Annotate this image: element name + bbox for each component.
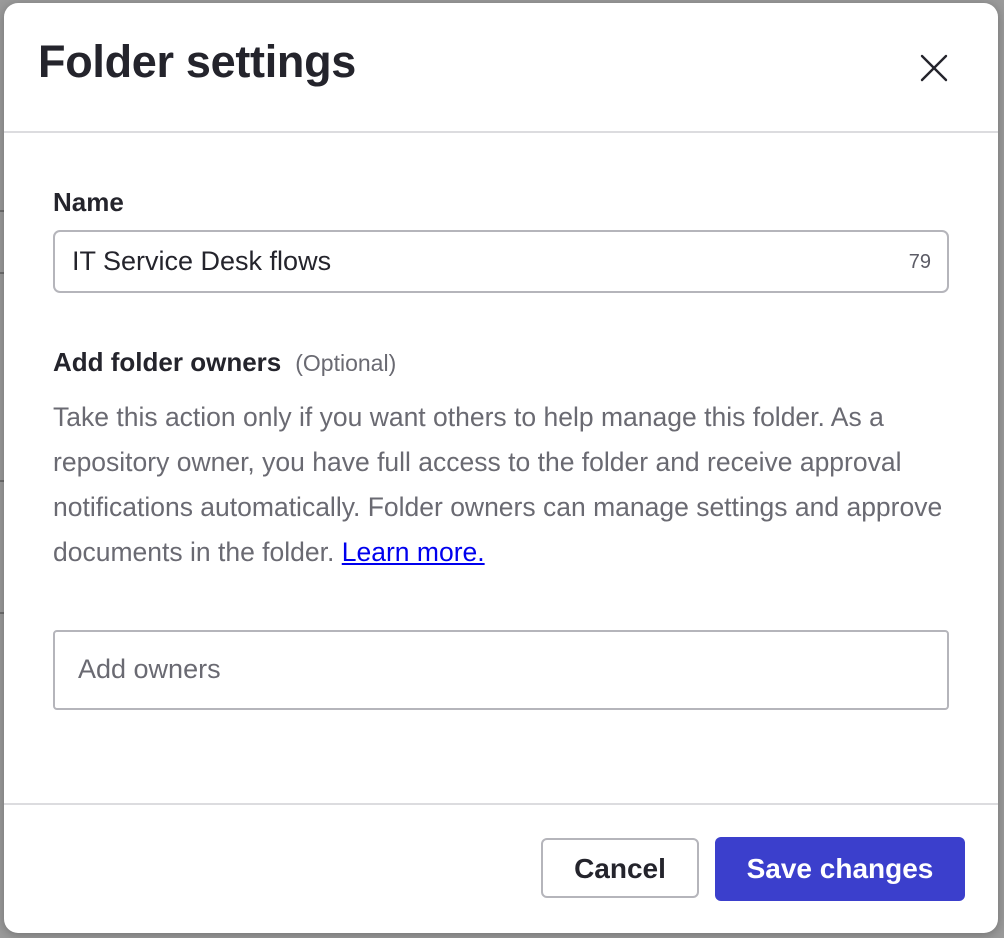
optional-tag: (Optional) <box>295 350 397 376</box>
folder-settings-dialog: Folder settings Name IT Service Desk flo… <box>4 3 998 933</box>
owners-label-row: Add folder owners (Optional) <box>53 349 396 375</box>
save-changes-button[interactable]: Save changes <box>715 837 965 901</box>
dialog-title: Folder settings <box>38 36 357 87</box>
folder-name-input[interactable]: IT Service Desk flows 79 <box>53 230 949 293</box>
folder-name-value[interactable]: IT Service Desk flows <box>72 248 331 275</box>
learn-more-link[interactable]: Learn more. <box>342 537 485 567</box>
character-counter: 79 <box>908 251 931 273</box>
cancel-button[interactable]: Cancel <box>541 838 699 898</box>
close-button[interactable] <box>908 43 958 93</box>
add-owners-placeholder: Add owners <box>78 654 221 684</box>
dialog-header: Folder settings <box>4 3 998 133</box>
name-label: Name <box>53 187 124 217</box>
dialog-footer: Cancel Save changes <box>4 803 998 933</box>
close-icon <box>920 54 948 82</box>
owners-label: Add folder owners <box>53 347 282 377</box>
owners-description-text: Take this action only if you want others… <box>53 402 943 567</box>
owners-description: Take this action only if you want others… <box>53 395 949 575</box>
add-owners-input[interactable]: Add owners <box>53 630 949 710</box>
